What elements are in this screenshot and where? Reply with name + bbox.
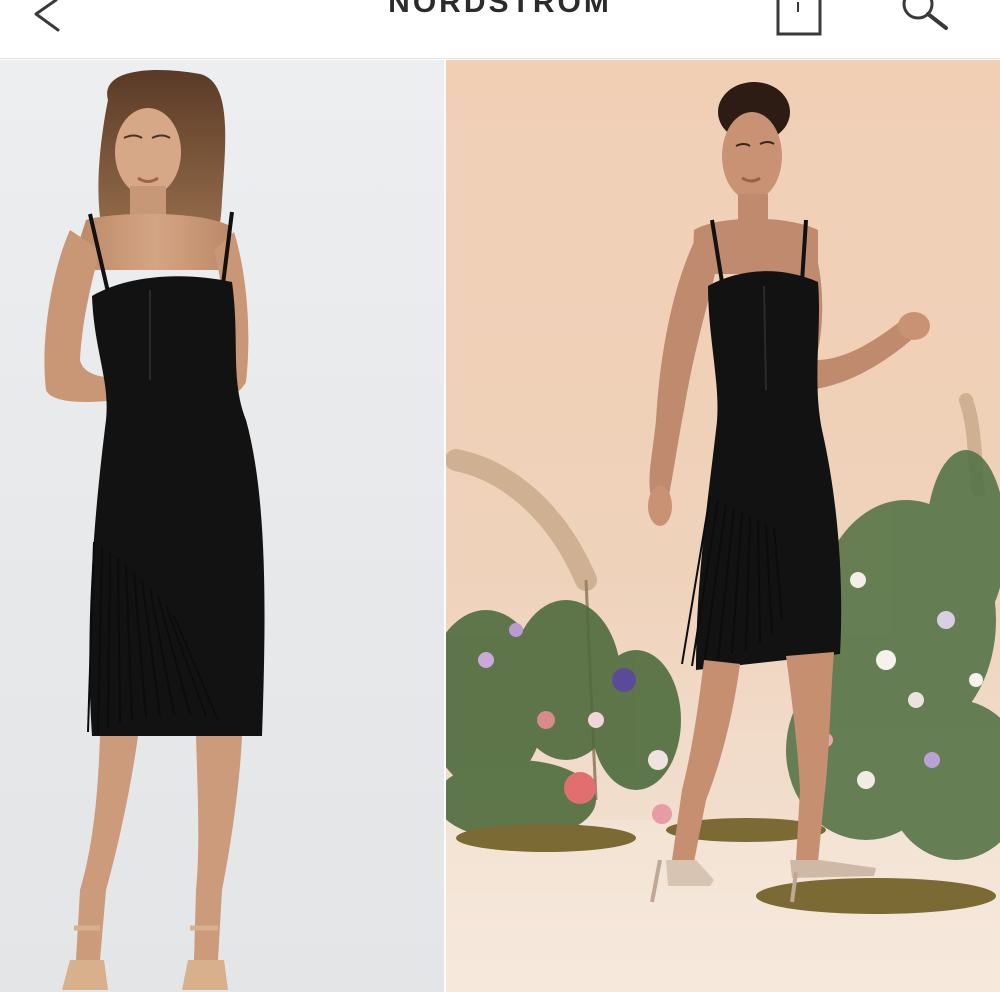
product-photo-floral[interactable] bbox=[446, 60, 1000, 992]
model-figure-walking bbox=[446, 82, 1000, 992]
back-button[interactable] bbox=[22, 0, 72, 40]
chevron-left-icon bbox=[34, 0, 60, 32]
product-photo-studio[interactable] bbox=[0, 60, 444, 992]
search-button[interactable] bbox=[892, 0, 956, 40]
shopping-bag-button[interactable] bbox=[770, 0, 826, 40]
model-figure-front bbox=[44, 69, 265, 990]
brand-logo[interactable]: NORDSTROM bbox=[0, 0, 1000, 20]
shopping-bag-icon bbox=[776, 0, 822, 36]
search-icon bbox=[902, 0, 948, 30]
top-nav-bar: NORDSTROM bbox=[0, 0, 1000, 59]
bottom-bar bbox=[0, 992, 1000, 1000]
